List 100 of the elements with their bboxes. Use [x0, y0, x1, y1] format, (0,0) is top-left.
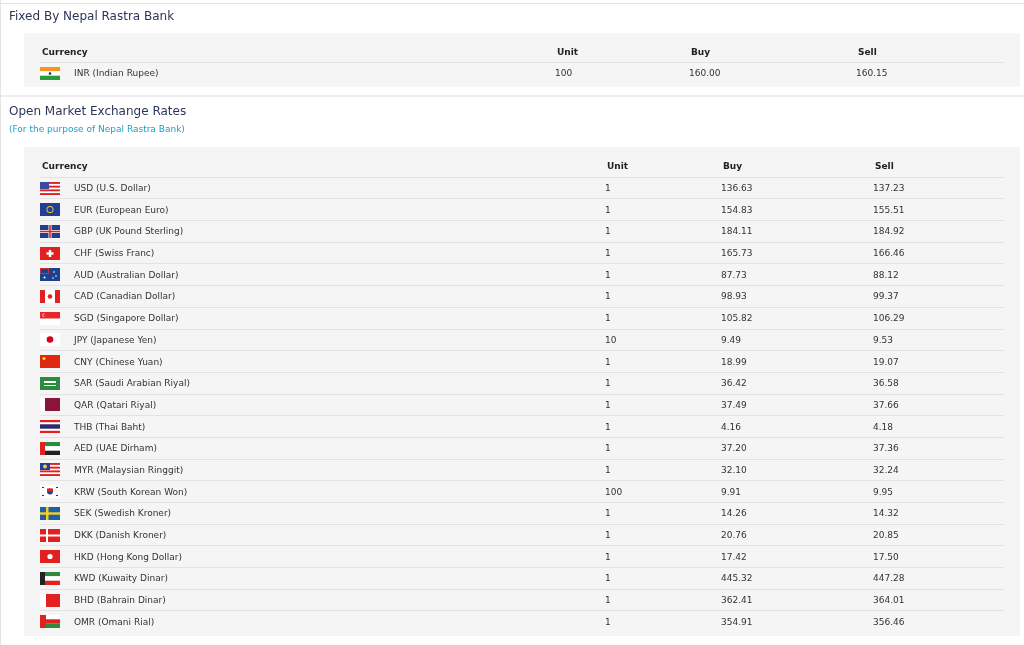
buy-rate-cell-text: 17.42 [721, 551, 748, 562]
buy-rate-cell-text: 136.63 [721, 183, 754, 194]
column-header: Currency [41, 47, 89, 57]
flag-icon [40, 593, 60, 607]
flag-icon [40, 420, 60, 434]
currency-name: GBP (UK Pound Sterling) [74, 226, 184, 237]
unit-cell-text: 1 [605, 595, 612, 606]
unit-cell-text: 1 [605, 616, 612, 627]
buy-rate-cell-text: 37.49 [721, 399, 748, 410]
sell-rate-cell-text: 20.85 [873, 530, 900, 541]
flag-icon [40, 550, 60, 564]
currency-name: AED (UAE Dirham) [74, 443, 157, 454]
buy-rate-cell-text: 154.83 [721, 204, 754, 215]
currency-name: SAR (Saudi Arabian Riyal) [74, 378, 190, 389]
unit-cell-text: 1 [605, 313, 612, 324]
flag-icon [40, 311, 60, 325]
flag-icon [40, 355, 60, 369]
currency-name: USD (U.S. Dollar) [74, 183, 151, 194]
sell-rate-cell-text: 356.46 [873, 616, 906, 627]
flag-icon [40, 463, 60, 477]
currency-name: SGD (Singapore Dollar) [74, 313, 179, 324]
unit-cell-text: 1 [605, 551, 612, 562]
sell-rate-cell-text: 14.32 [873, 508, 900, 519]
sell-rate-cell-text: 155.51 [873, 204, 906, 215]
unit-cell-text: 100 [605, 486, 624, 497]
buy-rate-cell-text: 36.42 [721, 378, 748, 389]
column-header: Sell [857, 47, 878, 57]
buy-rate-cell-text: 105.82 [721, 313, 754, 324]
flag-icon [40, 246, 60, 260]
sell-rate-cell-text: 166.46 [873, 248, 906, 259]
unit-cell-text: 1 [605, 248, 612, 259]
flag-icon [40, 289, 60, 303]
sell-rate-cell-text: 447.28 [873, 573, 906, 584]
currency-name: INR (Indian Rupee) [74, 68, 159, 78]
sell-rate-cell-text: 99.37 [873, 291, 900, 302]
unit-cell-text: 1 [605, 421, 612, 432]
sell-rate-cell-text: 17.50 [873, 551, 900, 562]
buy-rate-cell-text: 165.73 [721, 248, 754, 259]
unit-cell-text: 1 [605, 226, 612, 237]
currency-name: OMR (Omani Rial) [74, 616, 155, 627]
flag-icon [40, 506, 60, 520]
buy-rate-cell-text: 87.73 [721, 269, 748, 280]
unit-cell-text: 1 [605, 378, 612, 389]
unit-cell-text: 1 [605, 508, 612, 519]
currency-name: KRW (South Korean Won) [74, 486, 188, 497]
currency-name: CHF (Swiss Franc) [74, 248, 155, 259]
column-header: Buy [690, 47, 712, 57]
currency-name: EUR (European Euro) [74, 204, 169, 215]
unit-cell-text: 1 [605, 356, 612, 367]
unit-cell-text: 1 [605, 573, 612, 584]
flag-icon [40, 441, 60, 455]
unit-cell-text: 1 [605, 183, 612, 194]
currency-name: SEK (Swedish Kroner) [74, 508, 172, 519]
currency-name: DKK (Danish Kroner) [74, 530, 167, 541]
unit-cell-text: 100 [555, 68, 574, 78]
buy-rate-cell-text: 160.00 [689, 68, 722, 78]
buy-rate-cell-text: 98.93 [721, 291, 748, 302]
unit-cell-text: 1 [605, 291, 612, 302]
sell-rate-cell-text: 106.29 [873, 313, 906, 324]
section-title: Fixed By Nepal Rastra Bank [9, 8, 176, 25]
sell-rate-cell-text: 160.15 [856, 68, 889, 78]
flag-icon [40, 615, 60, 629]
sell-rate-cell-text: 19.07 [873, 356, 900, 367]
buy-rate-cell-text: 362.41 [721, 595, 754, 606]
column-header: Sell [874, 161, 895, 172]
column-header: Currency [41, 161, 89, 172]
currency-name: KWD (Kuwaity Dinar) [74, 573, 168, 584]
buy-rate-cell-text: 18.99 [721, 356, 748, 367]
column-header: Unit [556, 47, 580, 57]
flag-icon [40, 376, 60, 390]
column-header: Buy [722, 161, 744, 172]
flag-icon [40, 224, 60, 238]
sell-rate-cell-text: 4.18 [873, 421, 895, 432]
buy-rate-cell-text: 20.76 [721, 530, 748, 541]
flag-icon [40, 528, 60, 542]
flag-icon [40, 571, 60, 585]
sell-rate-cell-text: 37.36 [873, 443, 900, 454]
buy-rate-cell-text: 445.32 [721, 573, 754, 584]
sell-rate-cell-text: 137.23 [873, 183, 906, 194]
sell-rate-cell-text: 9.53 [873, 334, 895, 345]
buy-rate-cell-text: 354.91 [721, 616, 754, 627]
flag-icon [40, 485, 60, 499]
buy-rate-cell-text: 4.16 [721, 421, 743, 432]
buy-rate-cell-text: 32.10 [721, 464, 748, 475]
unit-cell-text: 1 [605, 269, 612, 280]
sell-rate-cell-text: 184.92 [873, 226, 906, 237]
unit-cell-text: 1 [605, 464, 612, 475]
unit-cell-text: 1 [605, 204, 612, 215]
sell-rate-cell-text: 37.66 [873, 399, 900, 410]
section-title: Open Market Exchange Rates [9, 103, 188, 120]
flag-icon [40, 203, 60, 217]
flag-icon [40, 268, 60, 282]
sell-rate-cell-text: 9.95 [873, 486, 895, 497]
sell-rate-cell-text: 32.24 [873, 464, 900, 475]
sell-rate-cell-text: 364.01 [873, 595, 906, 606]
currency-name: THB (Thai Baht) [74, 421, 146, 432]
unit-cell-text: 1 [605, 530, 612, 541]
currency-name: HKD (Hong Kong Dollar) [74, 551, 182, 562]
currency-name: AUD (Australian Dollar) [74, 269, 179, 280]
currency-name: JPY (Japanese Yen) [74, 334, 157, 345]
